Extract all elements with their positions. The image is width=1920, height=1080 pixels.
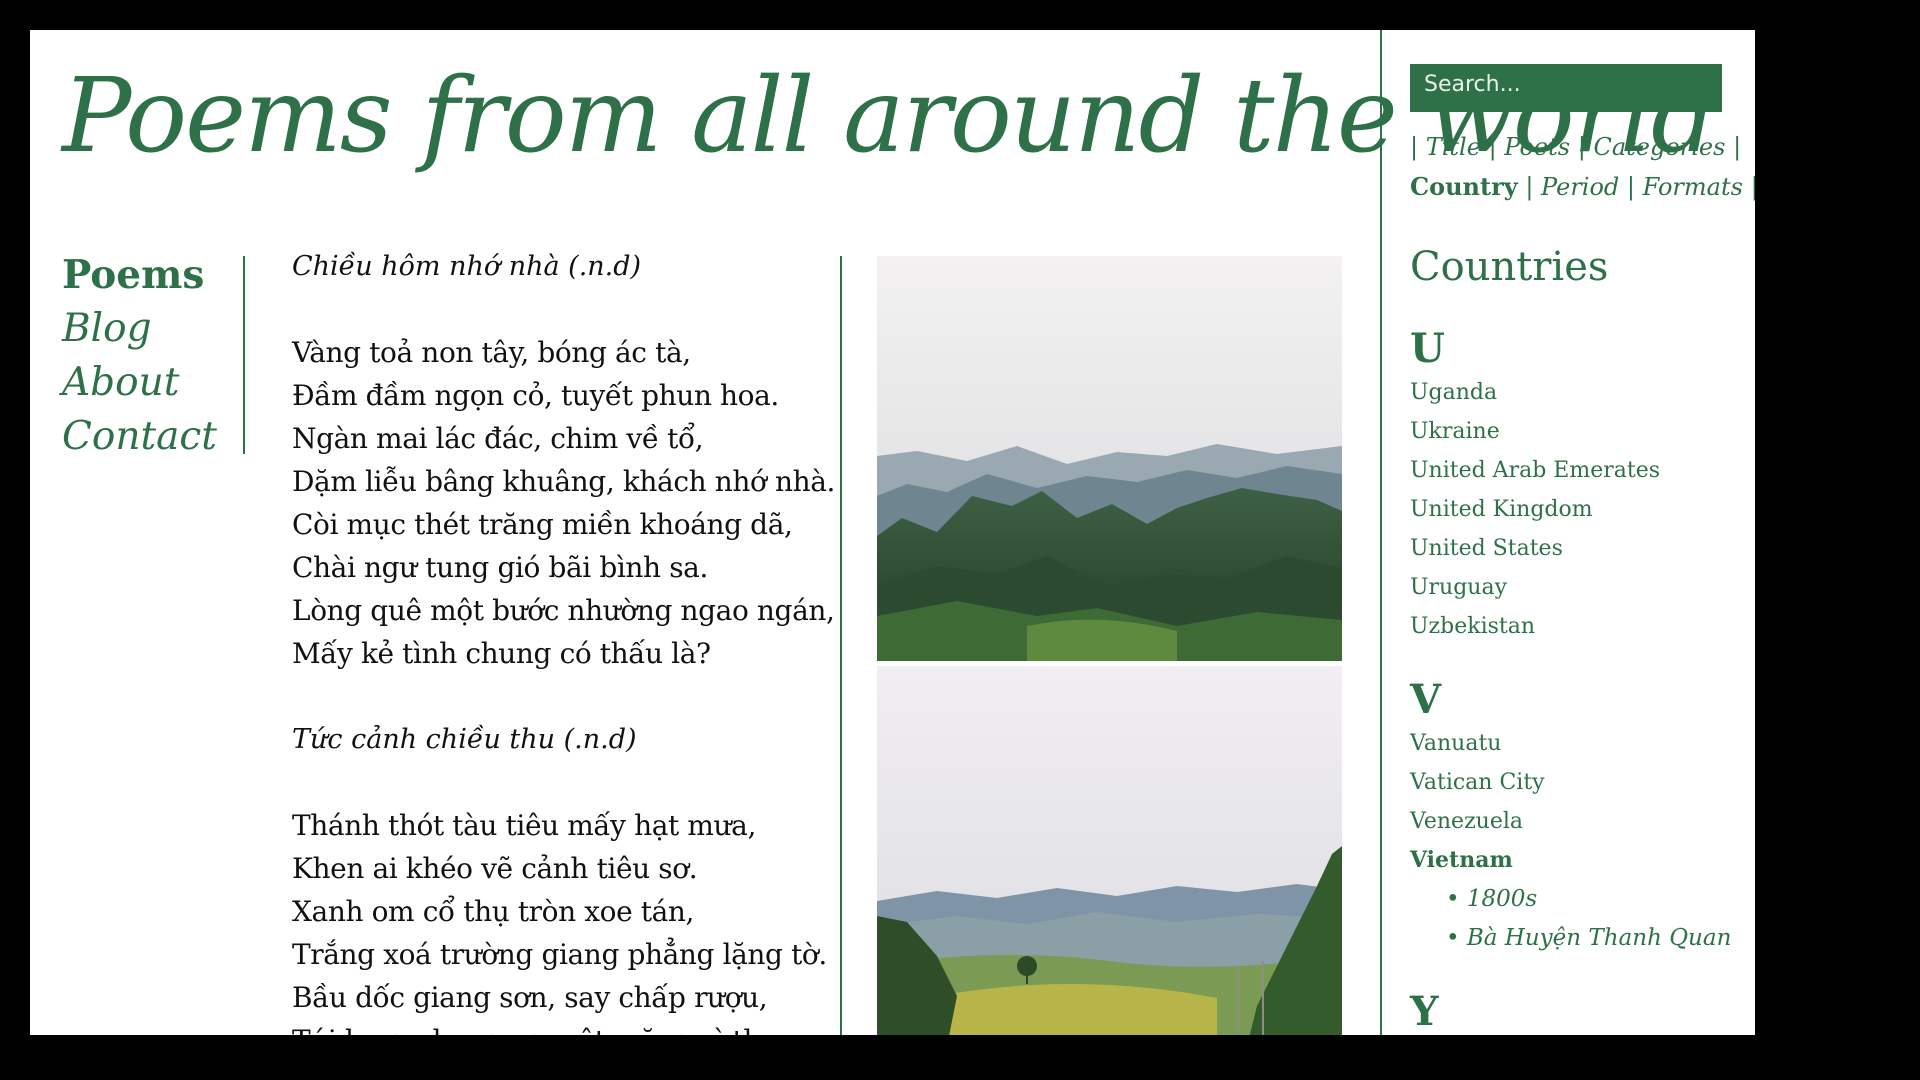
filter-poets[interactable]: Poets (1504, 133, 1570, 161)
letter-heading-u: U (1410, 325, 1445, 372)
poem-line: Còi mục thét trăng miền khoáng dã, (292, 508, 793, 541)
country-link[interactable]: United States (1410, 529, 1731, 568)
country-link[interactable]: United Kingdom (1410, 490, 1731, 529)
landscape-photo-valley (877, 666, 1342, 1035)
letter-heading-v: V (1410, 676, 1442, 723)
poem-title[interactable]: Chiều hôm nhớ nhà (.n.d) (292, 245, 842, 288)
poem-line: Chài ngư tung gió bãi bình sa. (292, 551, 708, 584)
poem: Chiều hôm nhớ nhà (.n.d) Vàng toả non tâ… (292, 245, 842, 675)
poem-line: Ngàn mai lác đác, chim về tổ, (292, 422, 704, 455)
country-link[interactable]: Uzbekistan (1410, 607, 1731, 646)
poem-line: Khen ai khéo vẽ cảnh tiêu sơ. (292, 852, 698, 885)
poem-list: Chiều hôm nhớ nhà (.n.d) Vàng toả non tâ… (292, 245, 842, 1035)
nav-blog[interactable]: Blog (62, 302, 217, 356)
filter-categories[interactable]: Categories (1593, 133, 1725, 161)
search-input[interactable]: Search... (1410, 64, 1722, 112)
filter-country[interactable]: Country (1410, 172, 1518, 201)
filter-formats[interactable]: Formats (1643, 173, 1743, 201)
poem-line: Đầm đầm ngọn cỏ, tuyết phun hoa. (292, 379, 779, 412)
sidebar-divider (1380, 30, 1382, 1035)
poem-body: Vàng toả non tây, bóng ác tà, Đầm đầm ng… (292, 331, 842, 675)
country-link[interactable]: Ukraine (1410, 412, 1731, 451)
country-link-vietnam[interactable]: Vietnam (1410, 841, 1731, 880)
poem: Tức cảnh chiều thu (.n.d) Thánh thót tàu… (292, 718, 842, 1035)
country-link[interactable]: Vatican City (1410, 763, 1731, 802)
poem-title[interactable]: Tức cảnh chiều thu (.n.d) (292, 718, 842, 761)
poem-line: Vàng toả non tây, bóng ác tà, (292, 336, 691, 369)
poem-line: Trắng xoá trường giang phẳng lặng tờ. (292, 938, 827, 971)
filter-title[interactable]: Title (1426, 133, 1481, 161)
poem-line: Bầu dốc giang sơn, say chấp rượu, (292, 981, 768, 1014)
letter-heading-y: Y (1410, 988, 1439, 1035)
nav-poems[interactable]: Poems (62, 248, 217, 302)
nav-about[interactable]: About (62, 356, 217, 410)
filter-separator: | (1750, 173, 1755, 201)
filter-period[interactable]: Period (1541, 173, 1619, 201)
poem-line: Mấy kẻ tình chung có thấu là? (292, 637, 711, 670)
vietnam-sub-link[interactable]: • Bà Huyện Thanh Quan (1410, 919, 1731, 958)
filter-row: | Title | Poets | Categories | (1410, 128, 1755, 167)
nav-divider (243, 256, 245, 454)
page: Poems from all around the world Poems Bl… (30, 30, 1755, 1035)
country-link[interactable]: United Arab Emerates (1410, 451, 1731, 490)
filter-separator: | (1525, 173, 1542, 201)
landscape-photo-mountains (877, 256, 1342, 661)
poem-line: Thánh thót tàu tiêu mấy hạt mưa, (292, 809, 756, 842)
poem-line: Xanh om cổ thụ tròn xoe tán, (292, 895, 695, 928)
poem-line: Dặm liễu bâng khuâng, khách nhớ nhà. (292, 465, 836, 498)
filter-separator: | (1577, 133, 1594, 161)
filter-separator: | (1488, 133, 1505, 161)
main-nav: Poems Blog About Contact (62, 248, 217, 464)
vietnam-sub-link[interactable]: • 1800s (1410, 880, 1731, 919)
country-index: U Uganda Ukraine United Arab Emerates Un… (1410, 325, 1731, 1035)
filter-row: Country | Period | Formats | (1410, 167, 1755, 207)
country-link[interactable]: Uruguay (1410, 568, 1731, 607)
filter-separator: | (1733, 133, 1742, 161)
filter-separator: | (1410, 133, 1426, 161)
countries-heading: Countries (1410, 244, 1609, 290)
country-link[interactable]: Vanuatu (1410, 724, 1731, 763)
poem-line: Túi lưng phong nguyệt, nặng vì thơ. (292, 1019, 842, 1035)
country-link[interactable]: Uganda (1410, 373, 1731, 412)
country-link[interactable]: Venezuela (1410, 802, 1731, 841)
filter-links: | Title | Poets | Categories | Country |… (1410, 128, 1755, 207)
filter-separator: | (1626, 173, 1643, 201)
poem-body: Thánh thót tàu tiêu mấy hạt mưa, Khen ai… (292, 804, 842, 1035)
nav-contact[interactable]: Contact (62, 410, 217, 464)
poem-line: Lòng quê một bước nhường ngao ngán, (292, 594, 835, 627)
